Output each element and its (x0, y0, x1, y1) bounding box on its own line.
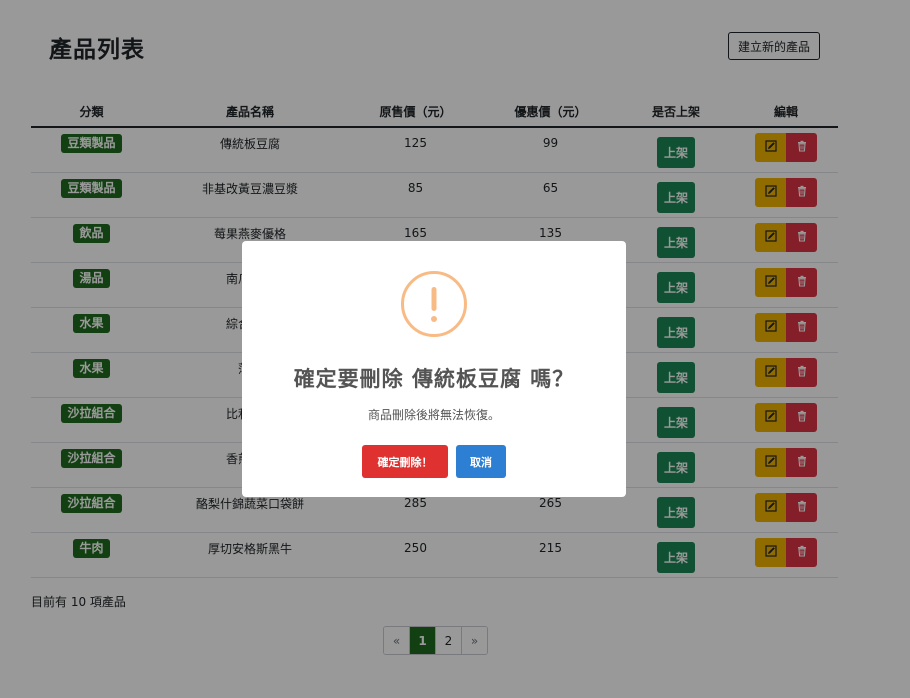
cancel-button[interactable]: 取消 (456, 445, 506, 478)
delete-confirm-dialog: 確定要刪除 傳統板豆腐 嗎？ 商品刪除後將無法恢復。 確定刪除！ 取消 (242, 241, 626, 497)
confirm-delete-button[interactable]: 確定刪除！ (362, 445, 448, 478)
dialog-title: 確定要刪除 傳統板豆腐 嗎？ (293, 367, 575, 391)
dialog-message: 商品刪除後將無法恢復。 (367, 408, 500, 422)
exclamation-circle-icon (400, 270, 468, 342)
